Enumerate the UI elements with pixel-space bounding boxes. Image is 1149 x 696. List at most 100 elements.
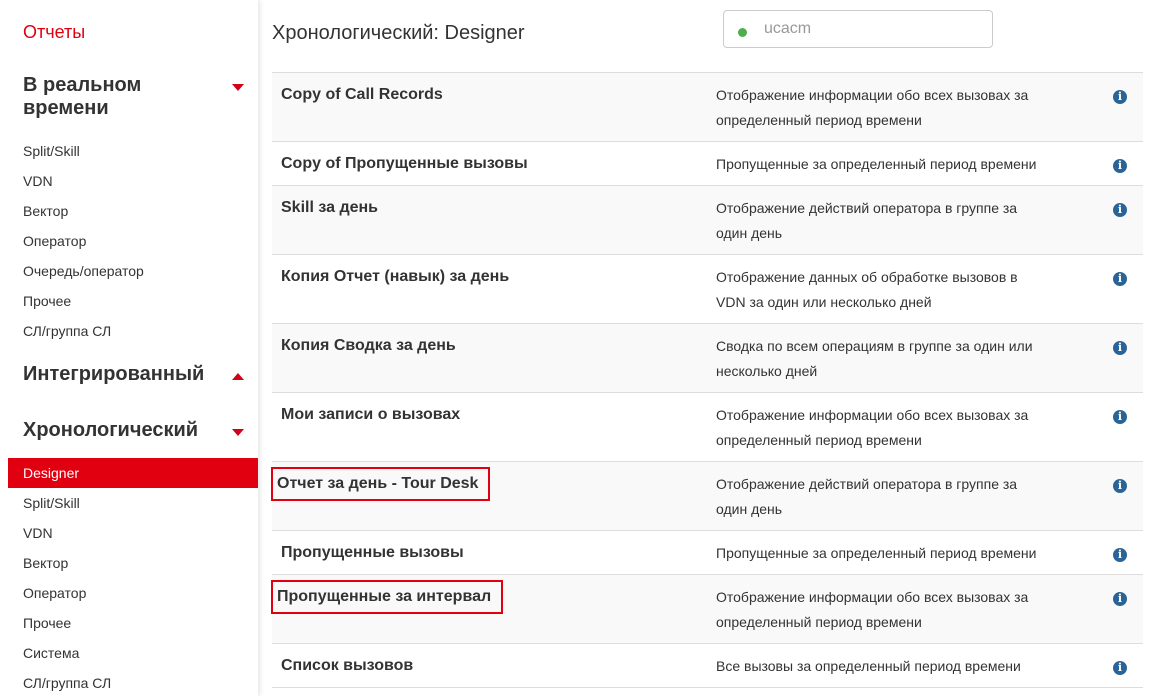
description-line: Сводка по всем операциям в группе за оди… [716, 338, 1033, 354]
report-name-link[interactable]: Список вызовов [281, 656, 413, 676]
report-row[interactable]: Список вызовов Все вызовы за определенный… [272, 643, 1143, 688]
description-line: Пропущенные за определенный период време… [716, 545, 1037, 561]
report-name-cell: Копия Сводка за день [272, 324, 707, 393]
info-icon[interactable]: i [1113, 661, 1127, 675]
report-row[interactable]: Copy of Call Records Отображение информац… [272, 72, 1143, 142]
sidebar-item[interactable]: Designer [8, 458, 258, 488]
status-dot-icon [738, 27, 747, 37]
description-line: один день [716, 225, 783, 241]
main-content: Хронологический: Designer Copy of Call R… [258, 0, 1149, 696]
sidebar: Отчеты В реальном времени Split/Skill VDN… [0, 0, 258, 696]
description-line: Отображение информации обо всех вызовах … [716, 589, 1029, 605]
report-name-link[interactable]: Копия Сводка за день [281, 336, 456, 356]
report-description: Пропущенные за определенный период време… [707, 142, 1097, 186]
description-line: определенный период времени [716, 112, 922, 128]
report-description: Отображение данных об обработке вызовов … [707, 255, 1097, 324]
report-name-link[interactable]: Отчет за день - Tour Desk [270, 467, 491, 501]
report-row[interactable]: Мои записи о вызовах Отображение информац… [272, 392, 1143, 462]
section-title: Хронологический [23, 419, 199, 441]
section-historical[interactable]: Хронологический [23, 419, 248, 442]
sidebar-item[interactable]: Вектор [8, 548, 258, 578]
info-icon[interactable]: i [1113, 203, 1127, 217]
report-info-cell: i [1097, 644, 1143, 688]
report-description: Пропущенные за определенный период време… [707, 531, 1097, 575]
report-name-cell: Мои записи о вызовах [272, 393, 707, 462]
section-title: В реальном времени [23, 74, 142, 119]
report-name-link[interactable]: Мои записи о вызовах [281, 405, 460, 425]
report-info-cell: i [1097, 393, 1143, 462]
report-name-link[interactable]: Копия Отчет (навык) за день [281, 267, 509, 287]
sidebar-item[interactable]: СЛ/группа СЛ [8, 668, 258, 696]
report-name-link[interactable]: Copy of Пропущенные вызовы [281, 154, 528, 174]
report-name-cell: Отчет за день - Tour Desk [270, 462, 707, 531]
report-name-cell: Пропущенные вызовы [272, 531, 707, 575]
section-title: Интегрированный [23, 363, 205, 385]
sidebar-item[interactable]: Очередь/оператор [8, 256, 258, 286]
sidebar-item[interactable]: Split/Skill [8, 136, 258, 166]
description-line: Отображение информации обо всех вызовах … [716, 87, 1029, 103]
info-icon[interactable]: i [1113, 341, 1127, 355]
sidebar-item[interactable]: Split/Skill [8, 488, 258, 518]
info-icon[interactable]: i [1113, 548, 1127, 562]
report-row[interactable]: Копия Сводка за день Сводка по всем опера… [272, 323, 1143, 393]
search-box[interactable] [723, 10, 993, 48]
report-description: Отображение информации обо всех вызовах … [707, 575, 1097, 644]
sidebar-item[interactable]: Система [8, 638, 258, 668]
report-row[interactable]: Skill за день Отображение действий операт… [272, 185, 1143, 255]
sidebar-item[interactable]: VDN [8, 166, 258, 196]
report-name-link[interactable]: Copy of Call Records [281, 85, 443, 105]
info-icon[interactable]: i [1113, 272, 1127, 286]
report-info-cell: i [1097, 531, 1143, 575]
report-name-cell: Copy of Пропущенные вызовы [272, 142, 707, 186]
section-realtime[interactable]: В реальном времени [23, 74, 248, 120]
report-name-link[interactable]: Пропущенные за интервал [270, 580, 504, 614]
caret-up-icon[interactable] [232, 373, 244, 380]
caret-down-icon[interactable] [232, 84, 244, 91]
description-line: Отображение действий оператора в группе … [716, 476, 1018, 492]
report-info-cell: i [1097, 575, 1143, 644]
section-integrated[interactable]: Интегрированный [23, 363, 248, 386]
report-row[interactable]: Отчет за день - Tour Desk Отображение дей… [270, 461, 1143, 531]
report-row[interactable]: Пропущенные вызовы Пропущенные за определ… [272, 530, 1143, 575]
report-info-cell: i [1097, 255, 1143, 324]
report-row[interactable]: Copy of Пропущенные вызовы Пропущенные за… [272, 141, 1143, 186]
info-icon[interactable]: i [1113, 479, 1127, 493]
report-name-link[interactable]: Skill за день [281, 198, 378, 218]
description-line: Пропущенные за определенный период време… [716, 156, 1037, 172]
info-icon[interactable]: i [1113, 592, 1127, 606]
report-description: Отображение действий оператора в группе … [707, 186, 1097, 255]
sidebar-item[interactable]: Оператор [8, 226, 258, 256]
caret-down-icon[interactable] [232, 429, 244, 436]
sidebar-item[interactable]: Оператор [8, 578, 258, 608]
historical-nav-list: Designer Split/Skill VDN Вектор Оператор Проч… [8, 458, 258, 696]
info-icon[interactable]: i [1113, 159, 1127, 173]
description-line: определенный период времени [716, 432, 922, 448]
description-line: VDN за один или несколько дней [716, 294, 932, 310]
report-name-cell: Copy of Call Records [272, 73, 707, 142]
info-icon[interactable]: i [1113, 90, 1127, 104]
description-line: Отображение информации обо всех вызовах … [716, 407, 1029, 423]
report-info-cell: i [1097, 462, 1143, 531]
sidebar-item[interactable]: Прочее [8, 286, 258, 316]
page-title: Хронологический: Designer [272, 22, 525, 44]
sidebar-item[interactable]: Прочее [8, 608, 258, 638]
report-name-cell: Skill за день [272, 186, 707, 255]
report-name-link[interactable]: Пропущенные вызовы [281, 543, 464, 563]
sidebar-item[interactable]: Вектор [8, 196, 258, 226]
info-icon[interactable]: i [1113, 410, 1127, 424]
report-description: Сводка по всем операциям в группе за оди… [707, 324, 1097, 393]
sidebar-item[interactable]: VDN [8, 518, 258, 548]
report-row[interactable]: Пропущенные за интервал Отображение инфор… [270, 574, 1143, 644]
report-row[interactable]: Копия Отчет (навык) за день Отображение д… [272, 254, 1143, 324]
report-info-cell: i [1097, 73, 1143, 142]
report-description: Отображение информации обо всех вызовах … [707, 73, 1097, 142]
report-description: Отображение информации обо всех вызовах … [707, 393, 1097, 462]
realtime-nav-list: Split/Skill VDN Вектор Оператор Очередь/опер… [8, 136, 258, 346]
report-name-cell: Копия Отчет (навык) за день [272, 255, 707, 324]
search-input[interactable] [764, 20, 964, 38]
report-description: Все вызовы за определенный период времен… [707, 644, 1097, 688]
description-line: один день [716, 501, 783, 517]
brand-title[interactable]: Отчеты [23, 22, 85, 43]
sidebar-item[interactable]: СЛ/группа СЛ [8, 316, 258, 346]
report-name-cell: Список вызовов [272, 644, 707, 688]
